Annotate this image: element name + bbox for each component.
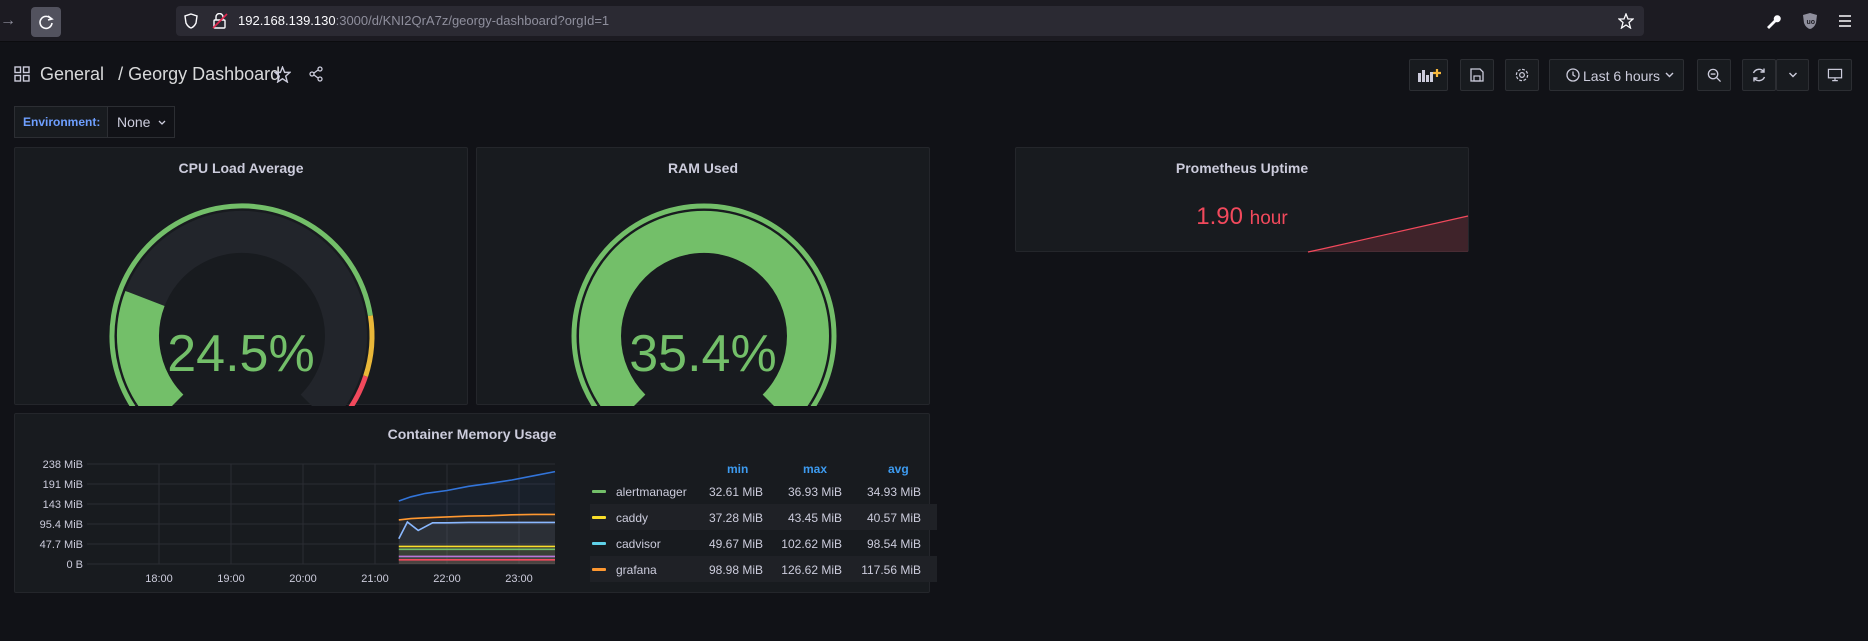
svg-text:uo: uo [1807, 19, 1816, 26]
monitor-icon [1827, 68, 1843, 82]
legend-max: 102.62 MiB [781, 537, 842, 551]
breadcrumb-separator: / [118, 64, 124, 84]
time-picker-button[interactable]: Last 6 hours [1549, 59, 1684, 91]
add-panel-button[interactable] [1409, 59, 1448, 91]
refresh-interval-dropdown[interactable] [1776, 59, 1809, 91]
favorite-star-icon[interactable] [274, 66, 291, 83]
legend-min: 49.67 MiB [708, 537, 763, 551]
uptime-sparkline [1307, 215, 1469, 253]
chevron-down-icon [1788, 72, 1797, 78]
breadcrumb-folder[interactable]: General [40, 64, 104, 84]
memory-timeseries-chart[interactable]: 238 MiB 191 MiB 143 MiB 95.4 MiB 47.7 MiB 0 B… [15, 414, 575, 594]
x-tick-label: 21:00 [361, 573, 389, 585]
legend-avg: 98.54 MiB [866, 537, 921, 551]
legend-avg: 40.57 MiB [866, 511, 921, 525]
y-tick-label: 238 MiB [43, 459, 83, 471]
add-panel-icon [1417, 69, 1441, 82]
lock-insecure-icon[interactable] [212, 13, 228, 29]
uptime-unit: hour [1249, 208, 1288, 229]
legend-min: 98.98 MiB [708, 563, 763, 577]
panel-container-memory[interactable]: Container Memory Usage 238 MiB 191 MiB 143… [14, 413, 937, 594]
legend-series-name: cadvisor [616, 537, 661, 551]
legend-swatch [592, 490, 606, 493]
forward-icon[interactable]: → [0, 10, 20, 32]
menu-icon[interactable] [1838, 14, 1852, 28]
legend-row[interactable]: grafana 98.98 MiB 126.62 MiB 117.56 MiB [590, 556, 937, 582]
legend-swatch [592, 516, 606, 519]
panel-ram-used[interactable]: RAM Used 35.4% [476, 147, 930, 406]
legend-row[interactable]: alertmanager 32.61 MiB 36.93 MiB 34.93 M… [590, 478, 937, 504]
y-tick-label: 191 MiB [43, 479, 83, 491]
refresh-button[interactable] [1742, 59, 1776, 91]
legend-swatch [592, 542, 606, 545]
legend-row[interactable]: cadvisor 49.67 MiB 102.62 MiB 98.54 MiB [590, 530, 937, 556]
legend-series-name: caddy [616, 511, 649, 525]
x-tick-label: 18:00 [145, 573, 173, 585]
wrench-icon[interactable] [1765, 13, 1781, 29]
legend-max: 36.93 MiB [787, 485, 842, 499]
ram-gauge-value: 35.4% [629, 325, 777, 383]
share-icon[interactable] [308, 66, 324, 82]
reload-button[interactable] [31, 7, 61, 37]
tv-mode-button[interactable] [1818, 59, 1852, 91]
x-tick-label: 19:00 [217, 573, 245, 585]
y-tick-label: 47.7 MiB [40, 539, 83, 551]
legend-swatch [592, 568, 606, 571]
clock-icon [1566, 68, 1580, 82]
environment-variable-value: None [117, 114, 151, 130]
cpu-gauge-value: 24.5% [167, 325, 315, 383]
breadcrumb: General / Georgy Dashboard [40, 64, 280, 85]
y-tick-label: 95.4 MiB [40, 519, 83, 531]
zoom-out-icon [1707, 68, 1722, 83]
save-dashboard-button[interactable] [1460, 59, 1494, 91]
url-text: 192.168.139.130:3000/d/KNI2QrA7z/georgy-… [238, 13, 610, 28]
panel-cpu-load[interactable]: CPU Load Average 24.5% [14, 147, 468, 406]
x-tick-label: 22:00 [433, 573, 461, 585]
reload-icon [39, 15, 54, 30]
apps-grid-icon[interactable] [14, 66, 30, 82]
y-tick-label: 0 B [66, 559, 83, 571]
settings-button[interactable] [1505, 59, 1539, 91]
y-tick-label: 143 MiB [43, 499, 83, 511]
legend-header-max[interactable]: max [803, 462, 827, 476]
x-tick-label: 23:00 [505, 573, 533, 585]
legend-min: 37.28 MiB [708, 511, 763, 525]
legend-header-avg[interactable]: avg [888, 462, 909, 476]
gear-icon [1515, 68, 1529, 82]
url-bar[interactable]: 192.168.139.130:3000/d/KNI2QrA7z/georgy-… [176, 6, 1644, 36]
zoom-out-button[interactable] [1697, 59, 1731, 91]
ublock-shield-icon[interactable]: uo [1802, 12, 1818, 30]
x-tick-label: 20:00 [289, 573, 317, 585]
chevron-down-icon [158, 120, 166, 125]
legend-avg: 34.93 MiB [866, 485, 921, 499]
legend-series-name: alertmanager [616, 485, 687, 499]
legend-avg: 117.56 MiB [861, 563, 921, 577]
chevron-down-icon [1665, 72, 1674, 78]
panel-prometheus-uptime[interactable]: Prometheus Uptime 1.90 hour [1015, 147, 1469, 253]
uptime-value: 1.90 hour [1196, 203, 1288, 230]
save-icon [1470, 68, 1484, 82]
bookmark-star-icon[interactable] [1618, 13, 1634, 29]
legend-max: 126.62 MiB [781, 563, 842, 577]
refresh-icon [1752, 68, 1766, 82]
dashboard-title[interactable]: Georgy Dashboard [128, 64, 280, 84]
environment-variable-label: Environment: [14, 106, 110, 138]
legend-max: 43.45 MiB [787, 511, 842, 525]
legend-header-min[interactable]: min [727, 462, 748, 476]
environment-variable-select[interactable]: None [107, 106, 175, 138]
legend-series-name: grafana [616, 563, 657, 577]
shield-icon[interactable] [184, 13, 198, 29]
time-range-label: Last 6 hours [1583, 68, 1661, 84]
legend-row[interactable]: caddy 37.28 MiB 43.45 MiB 40.57 MiB [590, 504, 937, 530]
browser-toolbar: → 192.168.139.130:3000/d/KNI2QrA7z/georg… [0, 0, 1868, 42]
legend-min: 32.61 MiB [708, 485, 763, 499]
